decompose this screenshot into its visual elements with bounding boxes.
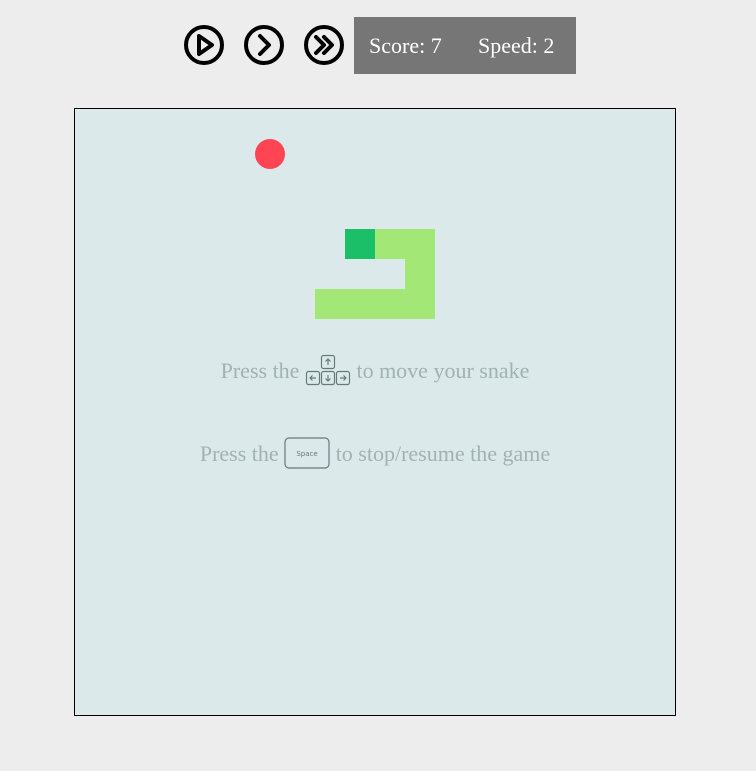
toolbar: Score: 7 Speed: 2 bbox=[0, 17, 756, 74]
snake-segment bbox=[375, 289, 405, 319]
move-hint-suffix: to move your snake bbox=[356, 358, 530, 384]
chevron-right-icon bbox=[244, 25, 284, 65]
pause-hint-suffix: to stop/resume the game bbox=[335, 441, 551, 467]
food bbox=[255, 139, 285, 169]
snake-head bbox=[345, 229, 375, 259]
fast-forward-icon bbox=[304, 25, 344, 65]
snake-segment bbox=[405, 259, 435, 289]
score-panel: Score: 7 Speed: 2 bbox=[354, 17, 576, 74]
arrow-keys-icon bbox=[305, 354, 351, 392]
fast-forward-button[interactable] bbox=[303, 24, 345, 66]
play-button[interactable] bbox=[183, 24, 225, 66]
pause-hint: Press the Space to stop/resume the game bbox=[75, 437, 675, 475]
speed-readout: Speed: 2 bbox=[478, 33, 555, 58]
snake-segment bbox=[345, 289, 375, 319]
snake-segment bbox=[405, 229, 435, 259]
move-hint-prefix: Press the bbox=[220, 358, 300, 384]
step-button[interactable] bbox=[243, 24, 285, 66]
score-readout: Score: 7 bbox=[369, 33, 442, 58]
snake-segment bbox=[315, 289, 345, 319]
move-hint: Press the to move your snake bbox=[75, 354, 675, 392]
snake-segment bbox=[375, 229, 405, 259]
play-icon bbox=[184, 25, 224, 65]
pause-hint-prefix: Press the bbox=[199, 441, 279, 467]
game-board[interactable]: Press the to move your snake Press the S… bbox=[74, 108, 676, 716]
space-key-label: Space bbox=[297, 450, 318, 458]
snake-segment bbox=[405, 289, 435, 319]
space-key-icon: Space bbox=[284, 437, 330, 475]
